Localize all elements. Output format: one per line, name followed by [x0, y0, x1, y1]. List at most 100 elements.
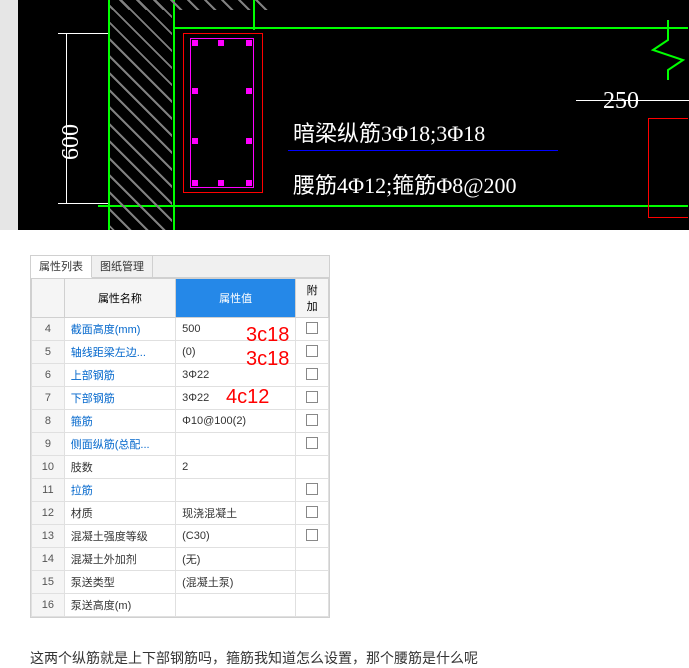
table-row[interactable]: 5轴线距梁左边...(0) — [32, 341, 329, 364]
dimension-600: 600 — [58, 124, 85, 160]
col-rownum — [32, 279, 65, 318]
cad-note-2: 腰筋4Φ12;箍筋Φ8@200 — [293, 168, 517, 200]
addon-cell[interactable] — [296, 594, 329, 617]
addon-cell[interactable] — [296, 341, 329, 364]
tab-bar: 属性列表 图纸管理 — [31, 256, 329, 278]
checkbox-icon[interactable] — [306, 529, 318, 541]
prop-value[interactable]: Φ10@100(2) — [176, 410, 296, 433]
property-table: 属性名称 属性值 附加 4截面高度(mm)5005轴线距梁左边...(0)6上部… — [31, 278, 329, 617]
checkbox-icon[interactable] — [306, 506, 318, 518]
addon-cell[interactable] — [296, 571, 329, 594]
table-row[interactable]: 15泵送类型(混凝土泵) — [32, 571, 329, 594]
addon-cell[interactable] — [296, 479, 329, 502]
prop-value[interactable]: 3Φ22 — [176, 364, 296, 387]
prop-value[interactable] — [176, 594, 296, 617]
dim-line — [66, 33, 67, 203]
table-row[interactable]: 11拉筋 — [32, 479, 329, 502]
table-row[interactable]: 9侧面纵筋(总配... — [32, 433, 329, 456]
prop-value[interactable]: 500 — [176, 318, 296, 341]
prop-value[interactable] — [176, 433, 296, 456]
checkbox-icon[interactable] — [306, 391, 318, 403]
prop-name: 截面高度(mm) — [64, 318, 175, 341]
prop-name: 泵送高度(m) — [64, 594, 175, 617]
checkbox-icon[interactable] — [306, 322, 318, 334]
checkbox-icon[interactable] — [306, 483, 318, 495]
table-row[interactable]: 12材质现浇混凝土 — [32, 502, 329, 525]
property-panel: 属性列表 图纸管理 属性名称 属性值 附加 4截面高度(mm)5005轴线距梁左… — [30, 255, 330, 618]
checkbox-icon[interactable] — [306, 345, 318, 357]
prop-name: 侧面纵筋(总配... — [64, 433, 175, 456]
cad-line — [173, 27, 688, 29]
cad-drawing-panel: 600 250 暗梁纵筋3Φ18;3Φ18 腰筋4Φ12;箍筋Φ8@200 — [0, 0, 689, 230]
prop-name: 泵送类型 — [64, 571, 175, 594]
tab-properties[interactable]: 属性列表 — [31, 256, 92, 278]
col-addon: 附加 — [296, 279, 329, 318]
checkbox-icon[interactable] — [306, 368, 318, 380]
table-row[interactable]: 13混凝土强度等级(C30) — [32, 525, 329, 548]
prop-name: 箍筋 — [64, 410, 175, 433]
addon-cell[interactable] — [296, 318, 329, 341]
checkbox-icon[interactable] — [306, 437, 318, 449]
dimension-250: 250 — [603, 88, 639, 115]
prop-value[interactable]: 3Φ22 — [176, 387, 296, 410]
prop-name: 混凝土强度等级 — [64, 525, 175, 548]
prop-name: 肢数 — [64, 456, 175, 479]
cad-note-1: 暗梁纵筋3Φ18;3Φ18 — [293, 116, 485, 148]
row-number: 9 — [32, 433, 65, 456]
col-name: 属性名称 — [64, 279, 175, 318]
row-number: 7 — [32, 387, 65, 410]
prop-name: 轴线距梁左边... — [64, 341, 175, 364]
table-row[interactable]: 10肢数2 — [32, 456, 329, 479]
row-number: 13 — [32, 525, 65, 548]
row-number: 12 — [32, 502, 65, 525]
table-row[interactable]: 8箍筋Φ10@100(2) — [32, 410, 329, 433]
table-row[interactable]: 4截面高度(mm)500 — [32, 318, 329, 341]
prop-value[interactable]: 2 — [176, 456, 296, 479]
addon-cell[interactable] — [296, 456, 329, 479]
dim-line — [58, 33, 108, 34]
checkbox-icon[interactable] — [306, 414, 318, 426]
prop-value[interactable] — [176, 479, 296, 502]
row-number: 15 — [32, 571, 65, 594]
dim-line — [58, 203, 108, 204]
row-number: 4 — [32, 318, 65, 341]
question-text: 这两个纵筋就是上下部钢筋吗，箍筋我知道怎么设置，那个腰筋是什么呢 — [30, 648, 689, 668]
break-mark-icon — [648, 20, 688, 80]
prop-name: 拉筋 — [64, 479, 175, 502]
tab-drawings[interactable]: 图纸管理 — [92, 256, 153, 277]
prop-name: 材质 — [64, 502, 175, 525]
cad-hatch — [110, 0, 270, 10]
cad-line — [173, 0, 175, 230]
row-number: 16 — [32, 594, 65, 617]
cad-underline — [288, 150, 558, 151]
prop-value[interactable]: (C30) — [176, 525, 296, 548]
table-row[interactable]: 7下部钢筋3Φ22 — [32, 387, 329, 410]
table-row[interactable]: 6上部钢筋3Φ22 — [32, 364, 329, 387]
addon-cell[interactable] — [296, 433, 329, 456]
row-number: 10 — [32, 456, 65, 479]
table-row[interactable]: 16泵送高度(m) — [32, 594, 329, 617]
row-number: 5 — [32, 341, 65, 364]
prop-value[interactable]: (0) — [176, 341, 296, 364]
cad-line — [98, 205, 688, 207]
row-number: 11 — [32, 479, 65, 502]
table-row[interactable]: 14混凝土外加剂(无) — [32, 548, 329, 571]
prop-name: 混凝土外加剂 — [64, 548, 175, 571]
addon-cell[interactable] — [296, 410, 329, 433]
addon-cell[interactable] — [296, 548, 329, 571]
cad-rect — [648, 118, 688, 218]
prop-value[interactable]: (混凝土泵) — [176, 571, 296, 594]
prop-value[interactable]: (无) — [176, 548, 296, 571]
prop-value[interactable]: 现浇混凝土 — [176, 502, 296, 525]
addon-cell[interactable] — [296, 364, 329, 387]
row-number: 8 — [32, 410, 65, 433]
addon-cell[interactable] — [296, 387, 329, 410]
cad-hatch — [110, 0, 172, 230]
row-number: 14 — [32, 548, 65, 571]
row-number: 6 — [32, 364, 65, 387]
cad-stirrup — [190, 38, 254, 188]
addon-cell[interactable] — [296, 525, 329, 548]
prop-name: 上部钢筋 — [64, 364, 175, 387]
addon-cell[interactable] — [296, 502, 329, 525]
prop-name: 下部钢筋 — [64, 387, 175, 410]
